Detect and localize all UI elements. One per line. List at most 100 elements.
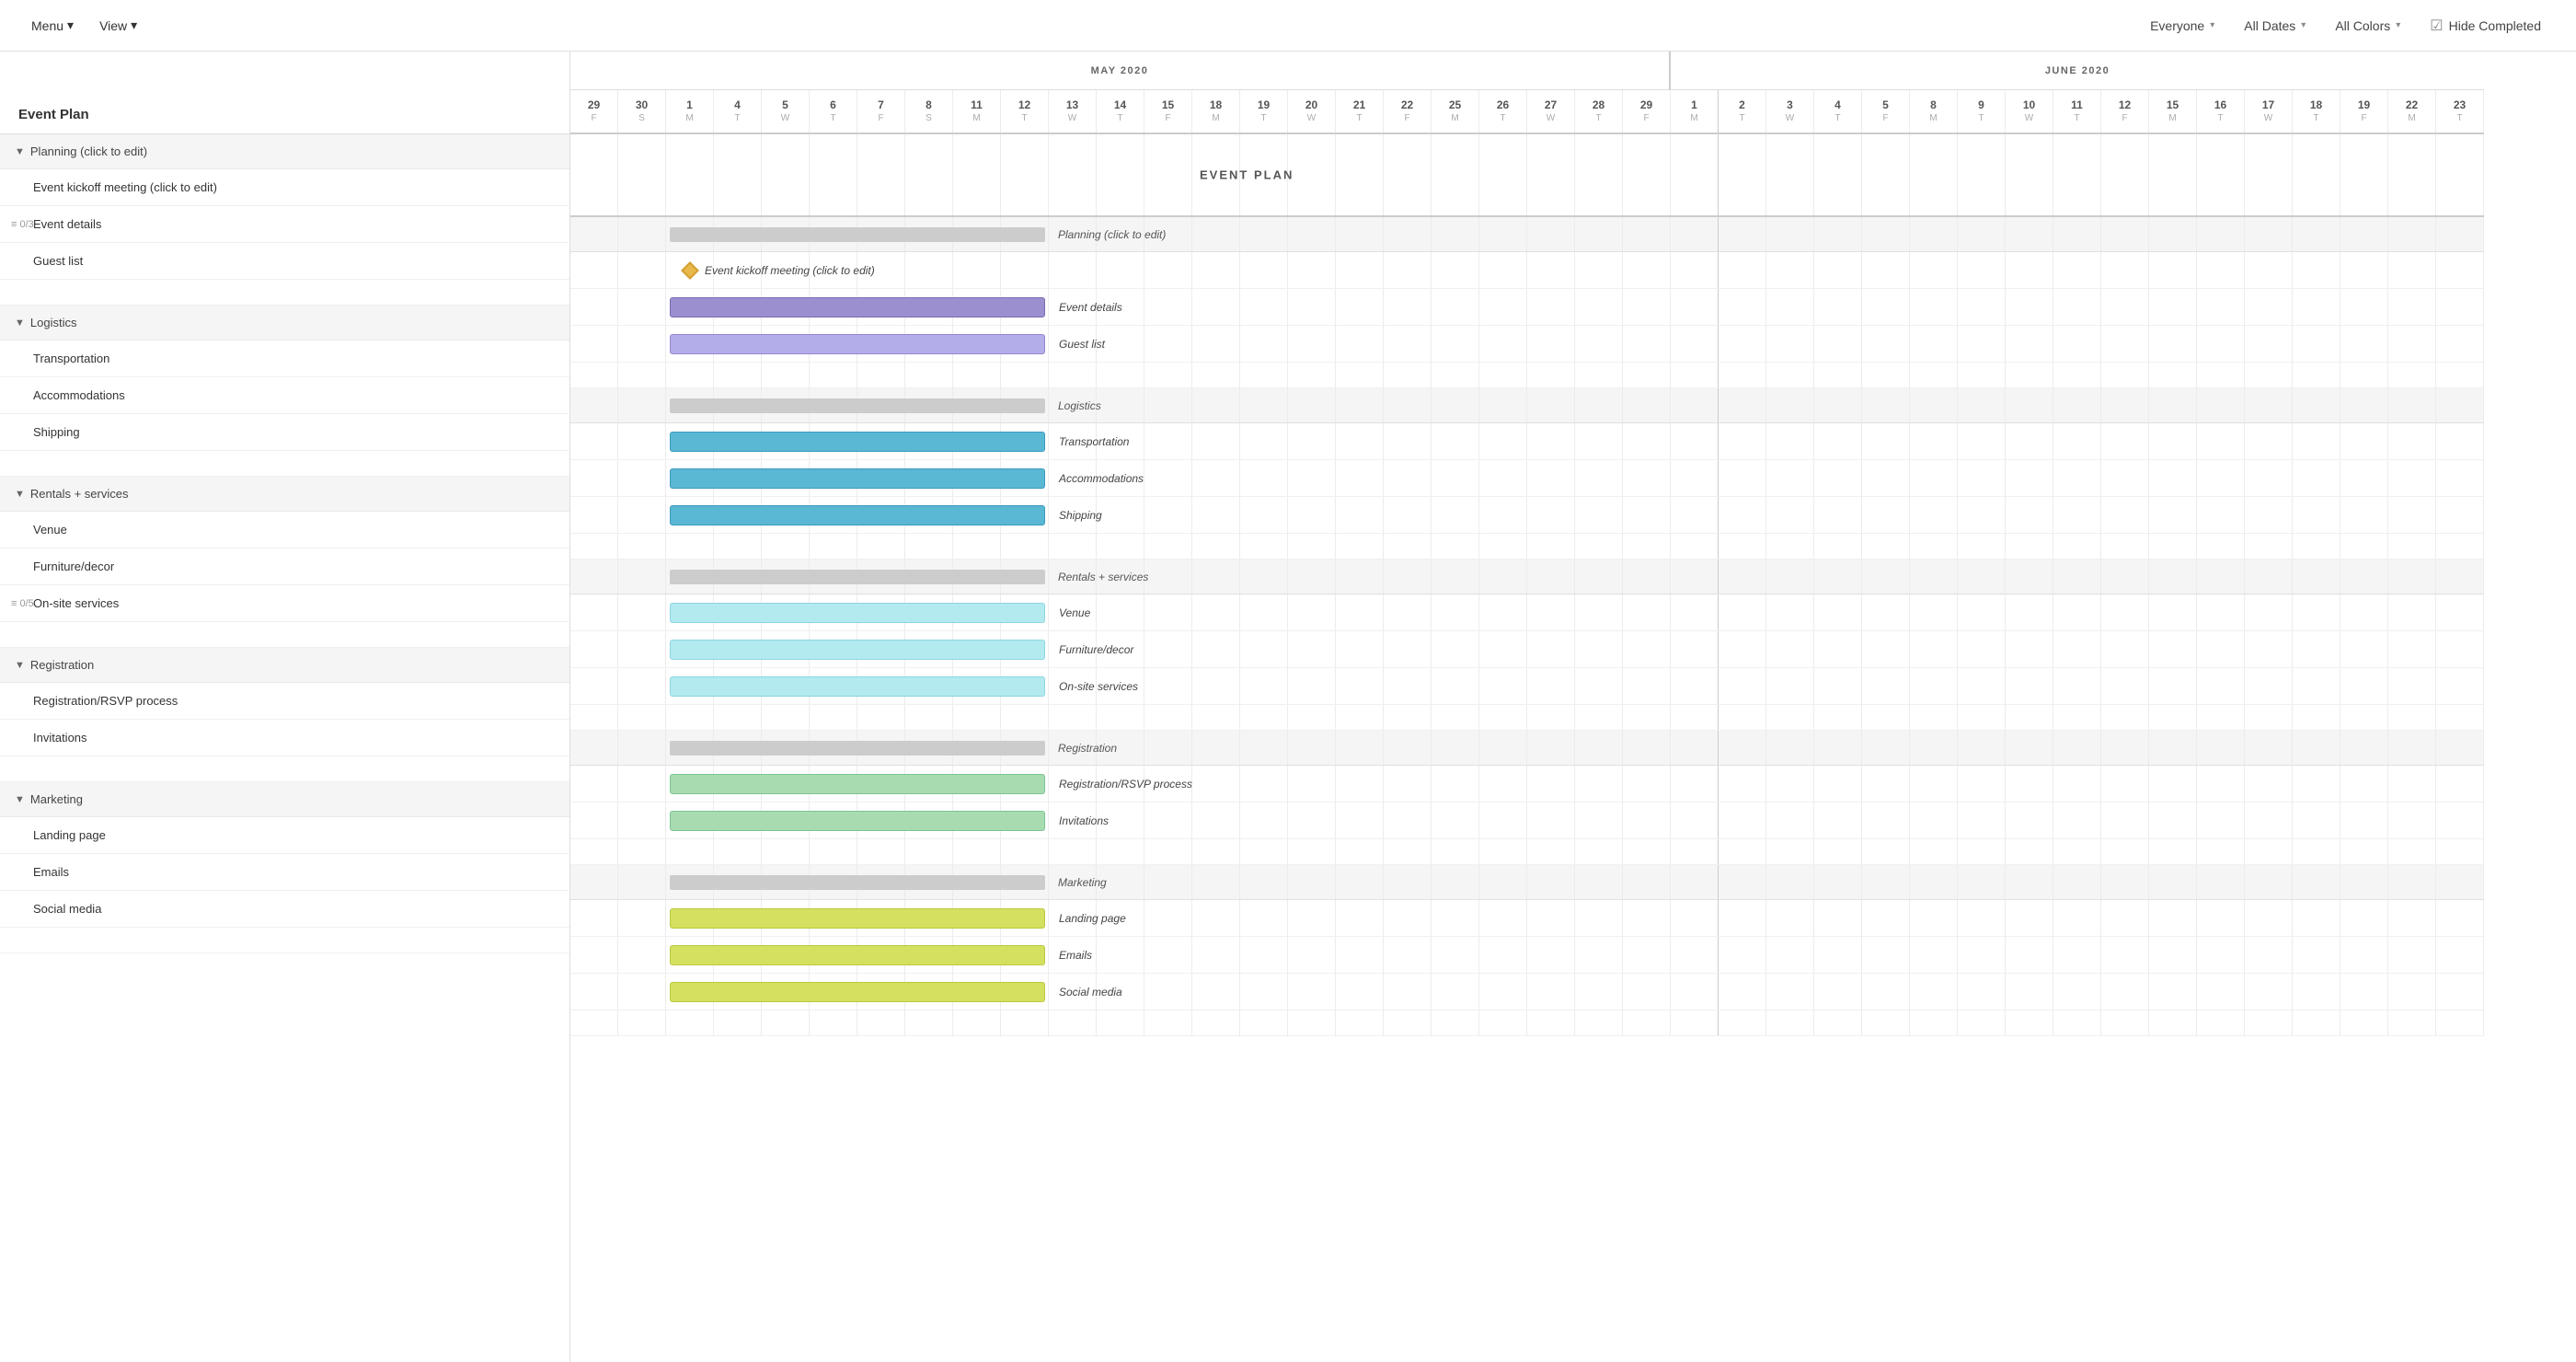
gantt-ep-cell	[2101, 134, 2149, 215]
gantt-cell	[1719, 937, 1766, 973]
gantt-cell	[2053, 594, 2101, 630]
section-rentals[interactable]: ▼ Rentals + services	[0, 477, 569, 512]
task-transportation[interactable]: Transportation	[0, 340, 569, 377]
gantt-cell	[1192, 974, 1240, 1010]
gantt-task-row[interactable]: Social media	[570, 974, 2484, 1010]
gantt-task-row[interactable]: Guest list	[570, 326, 2484, 363]
gantt-task-row[interactable]: Venue	[570, 594, 2484, 631]
gantt-cell	[1527, 631, 1575, 667]
gantt-task-row[interactable]: Event kickoff meeting (click to edit)	[570, 252, 2484, 289]
gantt-cell	[2197, 497, 2245, 533]
gantt-cell	[570, 217, 618, 251]
gantt-section-row[interactable]: Planning (click to edit)	[570, 217, 2484, 252]
gantt-cell	[1719, 865, 1766, 899]
gantt-cell	[2053, 460, 2101, 496]
gantt-cell	[2245, 252, 2293, 288]
task-furniture[interactable]: Furniture/decor	[0, 548, 569, 585]
gantt-task-row[interactable]: Accommodations	[570, 460, 2484, 497]
task-invitations[interactable]: Invitations	[0, 720, 569, 756]
gantt-task-row[interactable]: On-site services	[570, 668, 2484, 705]
gantt-section-row[interactable]: Registration	[570, 731, 2484, 766]
gantt-cell	[666, 1010, 714, 1035]
task-shipping[interactable]: Shipping	[0, 414, 569, 451]
gantt-panel[interactable]: MAY 2020JUNE 202029F30S1M4T5W6T7F8S11M12…	[570, 52, 2576, 1362]
gantt-cell	[1862, 363, 1910, 387]
gantt-cell	[1144, 460, 1192, 496]
gantt-cell	[762, 705, 810, 730]
gantt-ep-cell	[2006, 134, 2053, 215]
gantt-task-row[interactable]: Emails	[570, 937, 2484, 974]
gantt-cell	[1432, 900, 1479, 936]
gantt-cell	[1958, 668, 2006, 704]
gantt-cell	[1910, 631, 1958, 667]
task-kickoff[interactable]: Event kickoff meeting (click to edit)	[0, 169, 569, 206]
gantt-cell	[570, 326, 618, 362]
gantt-task-row[interactable]: Invitations	[570, 802, 2484, 839]
task-rsvp[interactable]: Registration/RSVP process	[0, 683, 569, 720]
gantt-cell	[1862, 705, 1910, 730]
gantt-cell	[570, 560, 618, 594]
section-registration[interactable]: ▼ Registration	[0, 648, 569, 683]
gantt-day-cell: 13W	[1049, 90, 1097, 133]
task-emails[interactable]: Emails	[0, 854, 569, 891]
task-venue[interactable]: Venue	[0, 512, 569, 548]
task-onsite[interactable]: ≡ 0/5 On-site services	[0, 585, 569, 622]
gantt-cell	[2340, 839, 2388, 864]
gantt-cell	[2149, 363, 2197, 387]
task-kickoff-label: Event kickoff meeting (click to edit)	[33, 180, 217, 194]
menu-button[interactable]: Menu	[22, 12, 83, 39]
gantt-cell	[1336, 1010, 1384, 1035]
gantt-event-plan-row: EVENT PLAN	[570, 134, 2484, 217]
gantt-task-row[interactable]: Event details	[570, 289, 2484, 326]
gantt-cell	[1479, 631, 1527, 667]
hide-completed-toggle[interactable]: ☑ Hide Completed	[2417, 11, 2554, 40]
gantt-task-row[interactable]: Transportation	[570, 423, 2484, 460]
gantt-cell	[2006, 865, 2053, 899]
section-planning[interactable]: ▼ Planning (click to edit)	[0, 134, 569, 169]
gantt-cell	[570, 802, 618, 838]
all-colors-filter[interactable]: All Colors	[2322, 13, 2413, 39]
gantt-cell	[1240, 217, 1288, 251]
gantt-cell	[2197, 388, 2245, 422]
gantt-section-row[interactable]: Rentals + services	[570, 560, 2484, 594]
gantt-cell	[2006, 252, 2053, 288]
all-dates-filter[interactable]: All Dates	[2231, 13, 2318, 39]
gantt-cell	[1527, 766, 1575, 802]
gantt-cell	[618, 217, 666, 251]
gantt-cell	[1049, 252, 1097, 288]
gantt-section-row[interactable]: Logistics	[570, 388, 2484, 423]
gantt-cell	[1575, 594, 1623, 630]
gantt-cell	[1001, 1010, 1049, 1035]
gantt-cell	[2149, 839, 2197, 864]
gantt-cell	[1766, 900, 1814, 936]
gantt-cell	[1862, 1010, 1910, 1035]
gantt-cell	[1575, 289, 1623, 325]
gantt-task-row[interactable]: Registration/RSVP process	[570, 766, 2484, 802]
gantt-cell	[2101, 937, 2149, 973]
gantt-section-row[interactable]: Marketing	[570, 865, 2484, 900]
gantt-cell	[953, 1010, 1001, 1035]
gantt-cell	[1671, 974, 1719, 1010]
gantt-cell	[1958, 594, 2006, 630]
gantt-task-row[interactable]: Shipping	[570, 497, 2484, 534]
view-button[interactable]: View	[90, 12, 146, 39]
gantt-section-bar: Rentals + services	[670, 570, 1045, 584]
gantt-task-row[interactable]: Furniture/decor	[570, 631, 2484, 668]
task-landing[interactable]: Landing page	[0, 817, 569, 854]
task-event-details[interactable]: ≡ 0/3 Event details	[0, 206, 569, 243]
section-logistics[interactable]: ▼ Logistics	[0, 306, 569, 340]
section-marketing[interactable]: ▼ Marketing	[0, 782, 569, 817]
gantt-cell	[1144, 865, 1192, 899]
gantt-cell	[1432, 865, 1479, 899]
task-guest-list[interactable]: Guest list	[0, 243, 569, 280]
task-accommodations[interactable]: Accommodations	[0, 377, 569, 414]
task-social[interactable]: Social media	[0, 891, 569, 928]
everyone-filter[interactable]: Everyone	[2137, 13, 2227, 39]
gantt-cell	[1623, 423, 1671, 459]
gantt-cell	[1814, 839, 1862, 864]
gantt-cell	[2388, 839, 2436, 864]
gantt-cell	[2293, 388, 2340, 422]
gantt-cell	[1910, 363, 1958, 387]
gantt-cell	[2149, 460, 2197, 496]
gantt-task-row[interactable]: Landing page	[570, 900, 2484, 937]
